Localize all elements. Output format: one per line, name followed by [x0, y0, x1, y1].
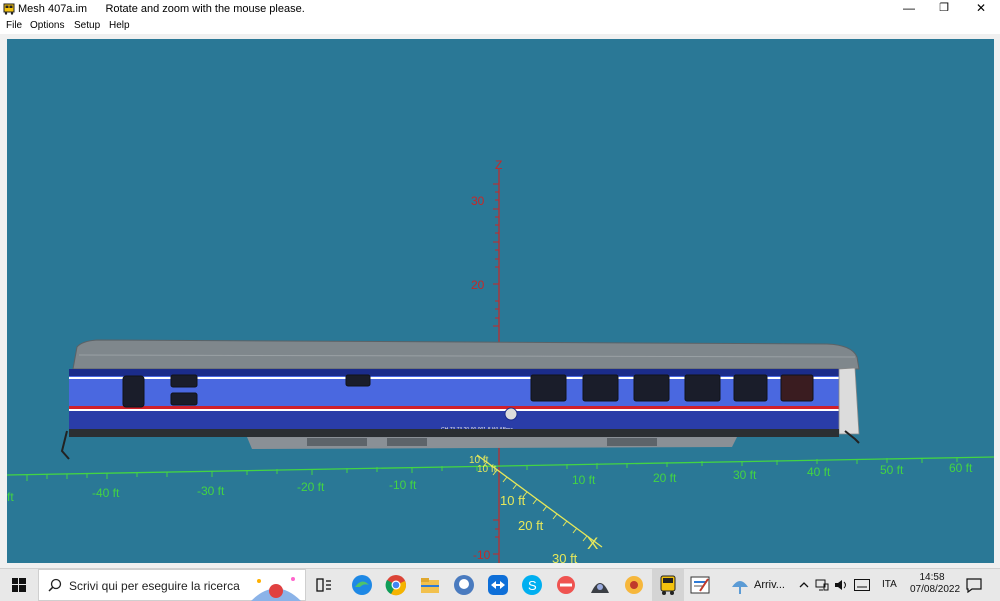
y-tick-60: 60 ft: [949, 461, 973, 475]
y-tick-10: 10 ft: [572, 473, 596, 487]
z-axis-label: Z: [495, 158, 502, 172]
railway-car-model[interactable]: CH 73 73 20-90.001-8 WLABmz: [60, 339, 860, 460]
y-tick-minus20: -20 ft: [297, 480, 325, 494]
clock-date: 07/08/2022: [910, 584, 961, 595]
chevron-up-icon[interactable]: [798, 579, 810, 591]
close-button[interactable]: ✕: [964, 0, 998, 18]
editor-icon[interactable]: [688, 573, 712, 597]
file-explorer-icon[interactable]: [418, 573, 442, 597]
front-coupler: [60, 430, 70, 460]
search-placeholder: Scrivi qui per eseguire la ricerca: [69, 579, 240, 593]
z-tick-minus10: -10: [473, 548, 491, 562]
svg-text:S: S: [528, 578, 537, 593]
y-tick-50: 50 ft: [880, 463, 904, 477]
y-tick-edge: ft: [7, 490, 14, 504]
x-tick-30: 30 ft: [552, 551, 578, 563]
clock-time: 14:58: [919, 572, 945, 583]
y-tick-40: 40 ft: [807, 465, 831, 479]
train-sim-icon[interactable]: [656, 573, 680, 597]
menu-help[interactable]: Help: [109, 20, 130, 31]
y-tick-minus30: -30 ft: [197, 484, 225, 498]
weather-icon[interactable]: [728, 573, 752, 597]
z-tick-20: 20: [471, 278, 485, 292]
title-bar: Mesh 407a.im Rotate and zoom with the mo…: [0, 0, 1000, 18]
menu-options[interactable]: Options: [30, 20, 64, 31]
search-highlight-image: [251, 577, 301, 601]
volume-icon[interactable]: [834, 578, 848, 592]
rail-logo-icon: [504, 407, 518, 421]
x-tick-20: 20 ft: [518, 518, 544, 533]
weather-text[interactable]: Arriv...: [754, 579, 785, 591]
app2-icon[interactable]: [588, 573, 612, 597]
y-tick-minus40: -40 ft: [92, 486, 120, 500]
keyboard-icon[interactable]: [854, 579, 870, 591]
3d-viewport[interactable]: Z 30 20 -10 ft -40 ft -30 ft -20 ft -10 …: [7, 39, 994, 563]
window-title: Mesh 407a.im: [18, 3, 88, 15]
search-icon: [48, 578, 62, 592]
github-icon[interactable]: [452, 573, 476, 597]
menu-bar: File Options Setup Help: [0, 18, 1000, 34]
window-hint: Rotate and zoom with the mouse please.: [105, 3, 305, 15]
minimize-button[interactable]: —: [892, 0, 926, 18]
notification-icon[interactable]: [966, 578, 982, 593]
maximize-button[interactable]: ❐: [927, 0, 961, 18]
menu-setup[interactable]: Setup: [74, 20, 100, 31]
taskbar-search-box[interactable]: Scrivi qui per eseguire la ricerca: [38, 569, 306, 601]
menu-file[interactable]: File: [6, 20, 22, 31]
edge-icon[interactable]: [350, 573, 374, 597]
x-axis: 10 ft 10 ft 10 ft 20 ft 30 ft X: [469, 454, 603, 563]
skype-icon[interactable]: S: [520, 573, 544, 597]
language-indicator[interactable]: ITA: [882, 579, 897, 590]
x-origin-label-2: 10 ft: [477, 464, 497, 475]
x-axis-label: X: [587, 534, 598, 553]
z-tick-30: 30: [471, 194, 485, 208]
car-roof: [72, 339, 860, 370]
clock[interactable]: 14:58 07/08/2022: [910, 572, 961, 596]
network-icon[interactable]: [815, 578, 829, 592]
car-end-door: [838, 367, 860, 435]
taskbar: Scrivi qui per eseguire la ricerca S Arr…: [0, 568, 1000, 601]
task-view-icon[interactable]: [312, 573, 336, 597]
y-tick-20: 20 ft: [653, 471, 677, 485]
chrome-icon[interactable]: [384, 573, 408, 597]
x-tick-10: 10 ft: [500, 493, 526, 508]
train-app-icon: [3, 3, 15, 15]
teamviewer-icon[interactable]: [486, 573, 510, 597]
car-red-stripe: [69, 406, 839, 409]
car-underframe: [69, 429, 839, 437]
scene-canvas[interactable]: Z 30 20 -10 ft -40 ft -30 ft -20 ft -10 …: [7, 39, 994, 563]
app3-icon[interactable]: [622, 573, 646, 597]
app-icon[interactable]: [554, 573, 578, 597]
y-tick-minus10: -10 ft: [389, 478, 417, 492]
windows-start-icon[interactable]: [0, 569, 38, 601]
y-tick-30: 30 ft: [733, 468, 757, 482]
